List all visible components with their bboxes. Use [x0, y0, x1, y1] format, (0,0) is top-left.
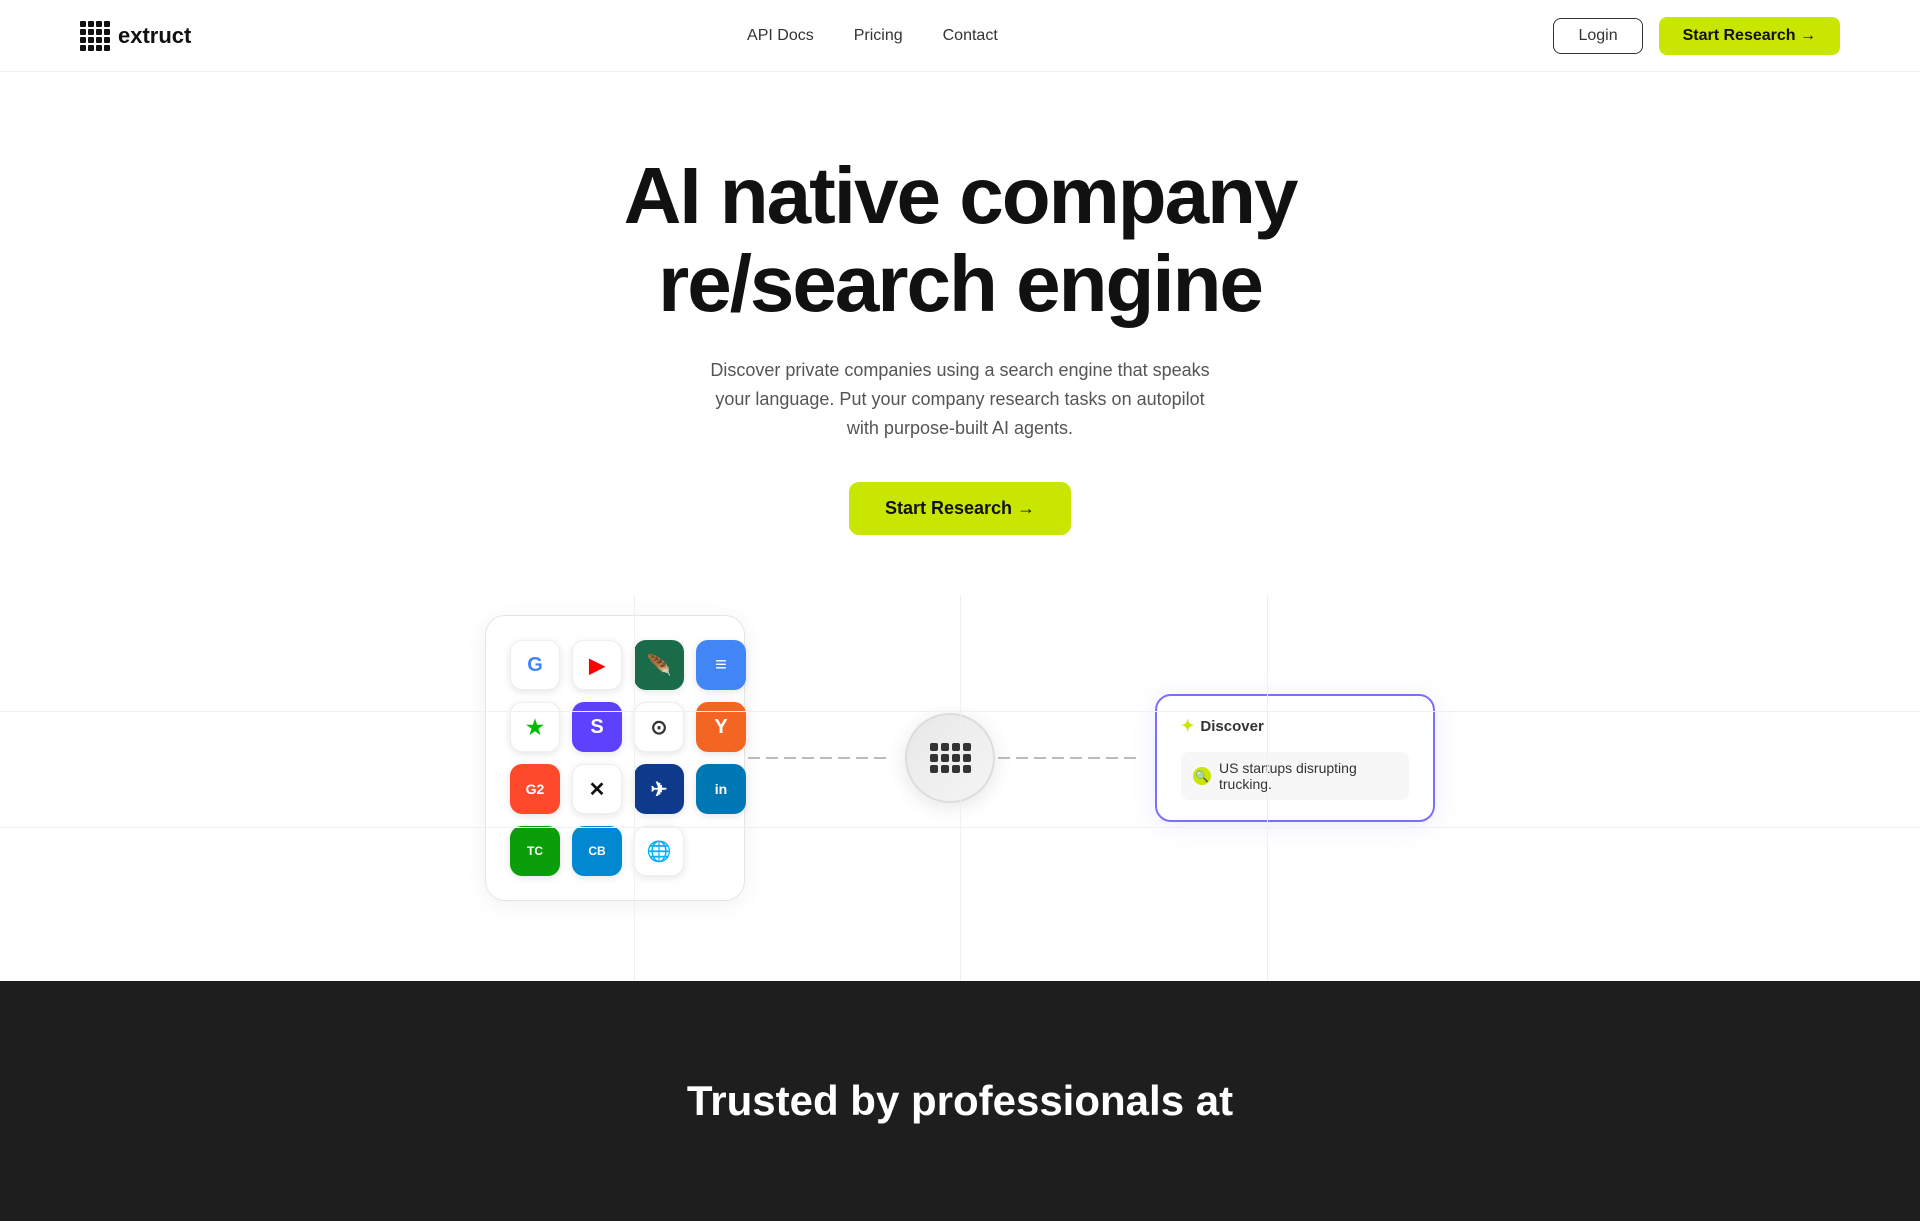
integration-icon-pitchbook: ✈: [634, 764, 684, 814]
integration-icon-techcrunch: TC: [510, 826, 560, 876]
discover-bolt-icon: ✦: [1181, 716, 1194, 736]
left-connector: [745, 757, 905, 759]
integration-icon-shortcut: S: [572, 702, 622, 752]
navbar: extruct API Docs Pricing Contact Login S…: [0, 0, 1920, 72]
integration-icon-crunchbase: CB: [572, 826, 622, 876]
trusted-by-text: Trusted by professionals at: [687, 1077, 1233, 1125]
discover-search-text: US startups disrupting trucking.: [1219, 760, 1397, 792]
hero-section: AI native company re/search engine Disco…: [0, 72, 1920, 595]
integration-icon-g2: G2: [510, 764, 560, 814]
integration-icon-google-docs: ≡: [696, 640, 746, 690]
integrations-card: G▶🪶≡ ★S⊙Y G2✕✈in TCCB🌐: [485, 615, 745, 901]
nav-api-docs[interactable]: API Docs: [747, 27, 814, 45]
integration-icon-yc: Y: [696, 702, 746, 752]
nav-actions: Login Start Research →: [1553, 17, 1840, 55]
integration-icon-linkedin: in: [696, 764, 746, 814]
discover-title: Discover: [1200, 718, 1263, 735]
discover-search-row: 🔍 US startups disrupting trucking.: [1181, 752, 1409, 800]
center-hub: [905, 713, 995, 803]
login-button[interactable]: Login: [1553, 18, 1642, 54]
integrations-grid: G▶🪶≡★S⊙YG2✕✈inTCCB🌐: [510, 640, 720, 876]
discover-search-icon: 🔍: [1193, 767, 1211, 785]
discover-card: ✦ Discover 🔍 US startups disrupting truc…: [1155, 694, 1435, 822]
nav-links: API Docs Pricing Contact: [747, 27, 998, 45]
bottom-band: Trusted by professionals at: [0, 981, 1920, 1221]
integration-icon-github: ⊙: [634, 702, 684, 752]
logo[interactable]: extruct: [80, 21, 191, 51]
diagram-section: G▶🪶≡ ★S⊙Y G2✕✈in TCCB🌐 ✦ Discover 🔍 US star…: [0, 595, 1920, 981]
integration-icon-feather: 🪶: [634, 640, 684, 690]
integration-icon-star: ★: [510, 702, 560, 752]
right-connector: [995, 757, 1155, 759]
integration-icon-globe: 🌐: [634, 826, 684, 876]
hero-subtitle: Discover private companies using a searc…: [700, 356, 1220, 442]
integration-icon-x: ✕: [572, 764, 622, 814]
hero-title: AI native company re/search engine: [624, 152, 1297, 328]
hub-dots: [930, 743, 971, 773]
integration-icon-youtube: ▶: [572, 640, 622, 690]
nav-contact[interactable]: Contact: [943, 27, 998, 45]
logo-grid-icon: [80, 21, 110, 51]
start-research-nav-button[interactable]: Start Research →: [1659, 17, 1840, 55]
discover-header: ✦ Discover: [1181, 716, 1409, 736]
logo-text: extruct: [118, 23, 191, 49]
integration-icon-google: G: [510, 640, 560, 690]
nav-pricing[interactable]: Pricing: [854, 27, 903, 45]
start-research-hero-button[interactable]: Start Research →: [849, 482, 1071, 535]
